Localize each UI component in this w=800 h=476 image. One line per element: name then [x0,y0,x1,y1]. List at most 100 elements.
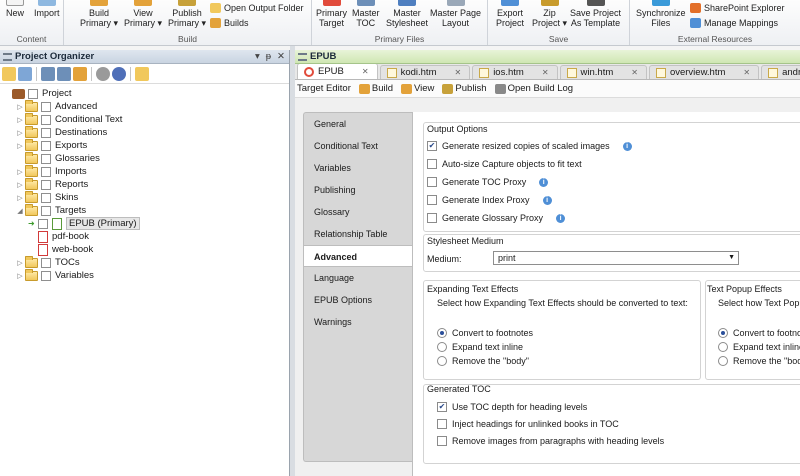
open-build-log-button[interactable]: Open Build Log [494,83,573,94]
tab-kodi-htm[interactable]: kodi.htm ✕ [379,65,471,79]
checkbox[interactable] [427,195,437,205]
properties-icon[interactable] [18,66,32,81]
checkbox[interactable] [427,159,437,169]
synchronize-files-button[interactable]: Synchronize Files [636,0,686,28]
tree-item[interactable]: ▷ Exports [0,138,289,152]
tree-item[interactable]: ▷ Reports [0,177,289,191]
radio-option[interactable]: Convert to footnotes [437,328,533,338]
tree-checkbox[interactable] [41,270,51,281]
checkbox-option[interactable]: Generate TOC Proxy i [427,177,549,187]
tree-item[interactable]: ▷ Imports [0,164,289,178]
expand-toggle-icon[interactable]: ▷ [15,103,25,111]
radio-button[interactable] [718,328,728,338]
radio-button[interactable] [718,342,728,352]
side-tab-glossary[interactable]: Glossary [304,201,413,223]
checkbox[interactable]: ✔ [437,402,447,412]
tab-ios-htm[interactable]: ios.htm ✕ [472,65,558,79]
radio-option[interactable]: Expand text inline [437,342,523,352]
checkbox[interactable] [427,177,437,187]
tree-item[interactable]: ▷ TOCs [0,255,289,269]
radio-button[interactable] [437,356,447,366]
tree-checkbox[interactable] [41,205,51,216]
tree-item[interactable]: Project [0,87,289,100]
tree-checkbox[interactable] [41,114,51,125]
tab-win-htm[interactable]: win.htm ✕ [559,65,647,79]
close-icon[interactable]: ✕ [542,68,549,77]
export-project-button[interactable]: Export Project [496,0,524,28]
tree-checkbox[interactable] [41,179,51,190]
radio-option[interactable]: Remove the "body" [437,356,529,366]
tree-item[interactable]: ◢ Targets [0,203,289,217]
tree-item[interactable]: ▷ Destinations [0,125,289,139]
close-icon[interactable]: ✕ [743,68,750,77]
checkbox[interactable] [437,419,447,429]
import-button[interactable]: Import [34,0,60,18]
pin-icon[interactable]: ᵽ [266,51,271,62]
master-toc-button[interactable]: Master TOC [352,0,380,28]
side-tab-advanced[interactable]: Advanced [304,245,415,267]
copy-icon[interactable] [41,66,55,81]
master-page-layout-button[interactable]: Master Page Layout [430,0,481,28]
side-tab-warnings[interactable]: Warnings [304,311,413,333]
radio-option[interactable]: Expand text inline [718,342,800,352]
builds-button[interactable]: Builds [210,18,249,28]
side-tab-conditional-text[interactable]: Conditional Text [304,135,413,157]
checkbox-option[interactable]: ✔ Use TOC depth for heading levels [437,402,587,412]
expand-toggle-icon[interactable]: ▷ [15,272,25,280]
tree-checkbox[interactable] [41,101,51,112]
open-icon[interactable] [2,66,16,81]
publish-button[interactable]: Publish [442,83,487,94]
publish-primary-button[interactable]: Publish Primary ▾ [168,0,206,28]
tree-checkbox[interactable] [41,257,51,268]
open-output-folder-button[interactable]: Open Output Folder [210,3,304,13]
tree-checkbox[interactable] [41,140,51,151]
tree-checkbox[interactable] [41,192,51,203]
view-button[interactable]: View [401,83,434,94]
checkbox-option[interactable]: Auto-size Capture objects to fit text [427,159,582,169]
tree-item[interactable]: ▷ Skins [0,190,289,204]
expand-toggle-icon[interactable]: ▷ [15,116,25,124]
new-folder-icon[interactable] [135,66,149,81]
checkbox-option[interactable]: Inject headings for unlinked books in TO… [437,419,619,429]
close-icon[interactable]: ✕ [631,68,638,77]
radio-button[interactable] [437,342,447,352]
medium-select[interactable]: print ▼ [493,251,739,265]
checkbox[interactable]: ✔ [427,141,437,151]
expand-toggle-icon[interactable]: ▷ [15,168,25,176]
radio-button[interactable] [718,356,728,366]
zip-project-button[interactable]: Zip Project ▾ [532,0,567,28]
radio-button[interactable] [437,328,447,338]
expand-toggle-icon[interactable]: ▷ [15,129,25,137]
expand-toggle-icon[interactable]: ▷ [15,259,25,267]
primary-target-button[interactable]: Primary Target [316,0,347,28]
tree-checkbox[interactable] [41,127,51,138]
close-icon[interactable]: ✕ [277,51,285,62]
tree-item[interactable]: ▷ Variables [0,268,289,282]
tree-item[interactable]: pdf-book [0,230,289,243]
manage-mappings-button[interactable]: Manage Mappings [690,18,778,28]
tree-item[interactable]: ▷ Conditional Text [0,112,289,126]
side-tab-relationship-table[interactable]: Relationship Table [304,223,413,245]
radio-option[interactable]: Convert to footnot [718,328,800,338]
checkbox-option[interactable]: Remove images from paragraphs with headi… [437,436,664,446]
info-icon[interactable]: i [542,195,552,205]
expand-toggle-icon[interactable]: ▷ [15,194,25,202]
side-tab-epub-options[interactable]: EPUB Options [304,289,413,311]
tree-item[interactable]: ➜ EPUB (Primary) [0,217,289,230]
side-tab-variables[interactable]: Variables [304,157,413,179]
side-tab-publishing[interactable]: Publishing [304,179,413,201]
tree-item[interactable]: Glossaries [0,151,289,165]
expand-toggle-icon[interactable]: ▷ [15,181,25,189]
side-tab-general[interactable]: General [304,113,413,135]
checkbox-option[interactable]: Generate Glossary Proxy i [427,213,566,223]
checkbox-option[interactable]: Generate Index Proxy i [427,195,552,205]
layout-icon[interactable] [73,66,87,81]
checkbox[interactable] [427,213,437,223]
info-icon[interactable]: i [556,213,566,223]
tab-android-htm[interactable]: android.htm✕ [761,65,800,79]
expand-toggle-icon[interactable]: ◢ [15,207,25,215]
save-as-template-button[interactable]: Save Project As Template [570,0,621,28]
view-primary-button[interactable]: View Primary ▾ [124,0,162,28]
sharepoint-explorer-button[interactable]: SharePoint Explorer [690,3,785,13]
tree-item[interactable]: web-book [0,243,289,256]
